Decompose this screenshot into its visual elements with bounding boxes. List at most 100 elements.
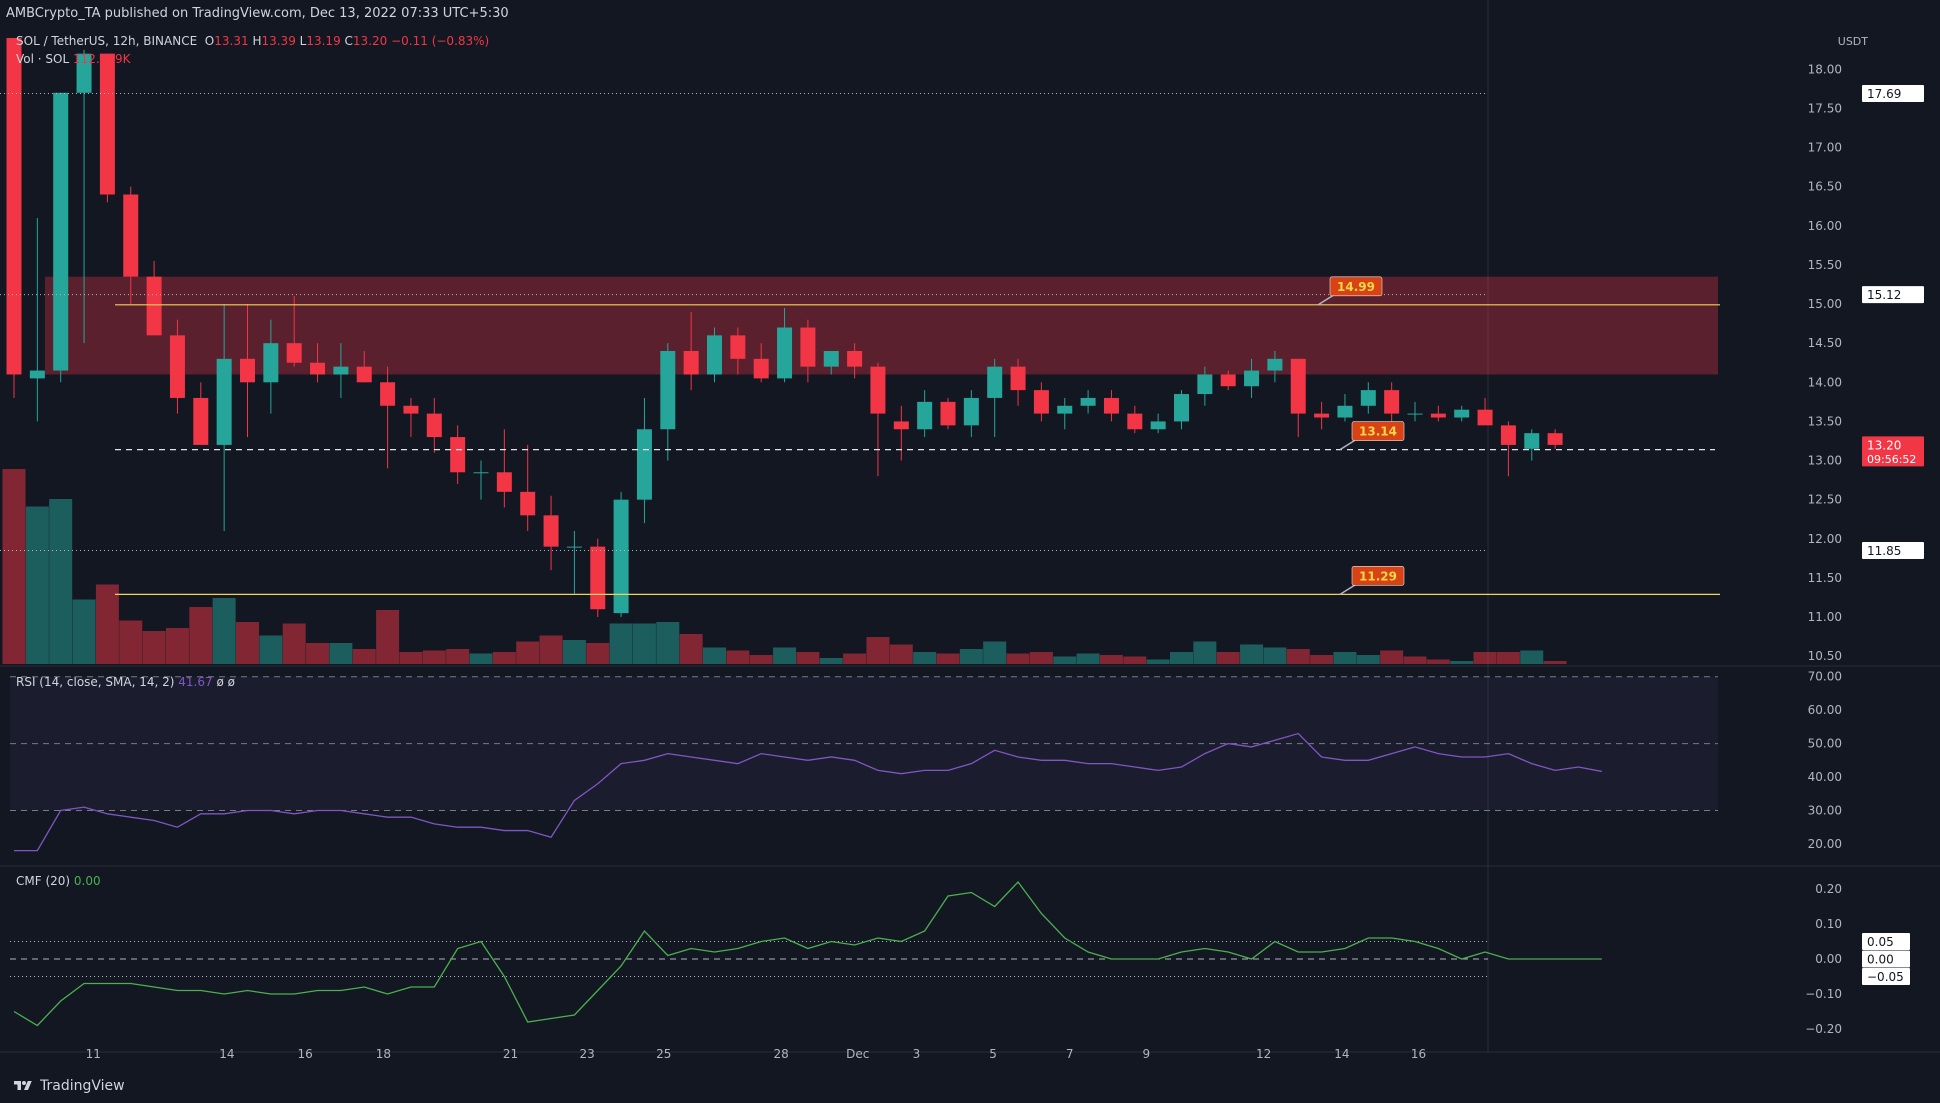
- volume-bar: [422, 650, 446, 664]
- cmf-tick-label: −0.10: [1805, 987, 1842, 1001]
- candle-body: [29, 370, 45, 379]
- volume-bar: [819, 658, 843, 664]
- time-tick-label: 28: [773, 1047, 788, 1061]
- change-value: −0.11 (−0.83%): [391, 34, 490, 48]
- volume-bar: [2, 469, 26, 664]
- volume-legend: Vol · SOL 112.889K: [16, 52, 130, 66]
- candle-body: [1103, 397, 1119, 414]
- candle-body: [310, 362, 326, 375]
- cmf-layer: [10, 880, 1602, 1027]
- volume-bar: [119, 620, 143, 664]
- candle-body: [1033, 390, 1049, 414]
- volume-bar: [1426, 659, 1450, 664]
- rsi-tick-label: 30.00: [1808, 803, 1842, 817]
- cmf-tick-label: 0.00: [1815, 952, 1842, 966]
- symbol-label[interactable]: SOL / TetherUS, 12h, BINANCE: [16, 34, 197, 48]
- volume-bar: [352, 649, 376, 664]
- volume-bar: [1263, 647, 1287, 664]
- publisher-caption: AMBCrypto_TA published on TradingView.co…: [6, 6, 509, 21]
- volume-bar: [492, 652, 516, 664]
- candle-body: [1197, 374, 1213, 395]
- volume-label[interactable]: Vol · SOL: [16, 52, 69, 66]
- volume-bar: [1053, 656, 1077, 664]
- candle-body: [146, 276, 162, 336]
- cmf-level-text: −0.05: [1867, 970, 1904, 984]
- time-tick-label: 9: [1142, 1047, 1150, 1061]
- time-tick-label: 14: [219, 1047, 234, 1061]
- callout-pointer: [1339, 583, 1357, 595]
- candle-body: [893, 421, 909, 430]
- candle-body: [380, 382, 396, 406]
- time-tick-label: 3: [913, 1047, 921, 1061]
- price-tick-label: 12.50: [1808, 493, 1842, 507]
- price-tick-label: 11.00: [1808, 610, 1842, 624]
- callout-label: 14.99: [1337, 280, 1375, 294]
- rsi-label[interactable]: RSI (14, close, SMA, 14, 2): [16, 675, 174, 689]
- volume-bar: [609, 623, 633, 664]
- candle-body: [1244, 370, 1260, 387]
- volume-bar: [656, 622, 680, 664]
- volume-bar: [866, 637, 890, 664]
- callout-label: 13.14: [1359, 425, 1397, 439]
- candle-body: [263, 343, 279, 383]
- candle-body: [613, 499, 629, 614]
- volume-bar: [165, 628, 189, 664]
- candle-body: [870, 366, 886, 414]
- volume-bar: [72, 599, 96, 664]
- volume-bar: [1170, 652, 1193, 664]
- rsi-tick-label: 40.00: [1808, 770, 1842, 784]
- volume-bar: [632, 623, 656, 664]
- volume-bar: [1006, 653, 1030, 664]
- volume-bar: [1216, 652, 1240, 664]
- volume-bar: [282, 623, 306, 664]
- time-tick-label: 21: [503, 1047, 518, 1061]
- candle-body: [566, 546, 582, 548]
- candle-body: [1174, 394, 1189, 422]
- candle-body: [543, 515, 559, 547]
- candle-body: [590, 546, 606, 610]
- candle-body: [730, 335, 746, 359]
- volume-bar: [959, 649, 983, 664]
- candle-body: [426, 413, 442, 438]
- cmf-tick-label: 0.10: [1815, 917, 1842, 931]
- volume-bar: [1380, 650, 1404, 664]
- price-level-text: 13.20: [1867, 438, 1901, 452]
- volume-bar: [25, 506, 49, 664]
- volume-bar: [562, 640, 586, 664]
- axis-layer: 10.50 11.00 11.50 12.00 12.50 13.00 13.50 14.00…: [86, 35, 1924, 1061]
- volume-bar: [142, 631, 166, 664]
- candle-body: [660, 351, 676, 430]
- candle-body: [1220, 374, 1236, 387]
- footer-brand[interactable]: TradingView: [12, 1078, 125, 1094]
- candle-body: [99, 53, 115, 195]
- volume-bar: [1333, 652, 1357, 664]
- volume-bar: [1520, 650, 1544, 664]
- volume-layer: [2, 469, 1567, 664]
- candle-body: [1057, 405, 1073, 414]
- candle-body: [683, 351, 699, 375]
- price-legend: SOL / TetherUS, 12h, BINANCE O13.31 H13.…: [16, 34, 489, 48]
- cmf-label[interactable]: CMF (20): [16, 874, 70, 888]
- rsi-tick-label: 70.00: [1808, 670, 1842, 684]
- volume-bar: [936, 653, 960, 664]
- tradingview-logo-icon: [14, 1081, 32, 1090]
- candle-body: [1337, 405, 1353, 418]
- volume-bar: [796, 652, 820, 664]
- volume-bar: [516, 641, 540, 664]
- candle-body: [1384, 390, 1400, 414]
- volume-bar: [1240, 644, 1264, 664]
- volume-bar: [399, 652, 423, 664]
- candle-body: [847, 351, 863, 367]
- volume-bar: [726, 650, 750, 664]
- volume-bar: [49, 499, 73, 664]
- volume-bar: [889, 644, 913, 664]
- price-tick-label: 14.00: [1808, 375, 1842, 389]
- volume-bar: [773, 647, 797, 664]
- price-tick-label: 16.00: [1808, 219, 1842, 233]
- callout-label: 11.29: [1359, 569, 1397, 583]
- candle-body: [473, 472, 489, 474]
- volume-bar: [1099, 655, 1123, 664]
- price-level-text: 11.85: [1867, 544, 1901, 558]
- volume-bar: [259, 635, 283, 664]
- candle-body: [987, 366, 1003, 398]
